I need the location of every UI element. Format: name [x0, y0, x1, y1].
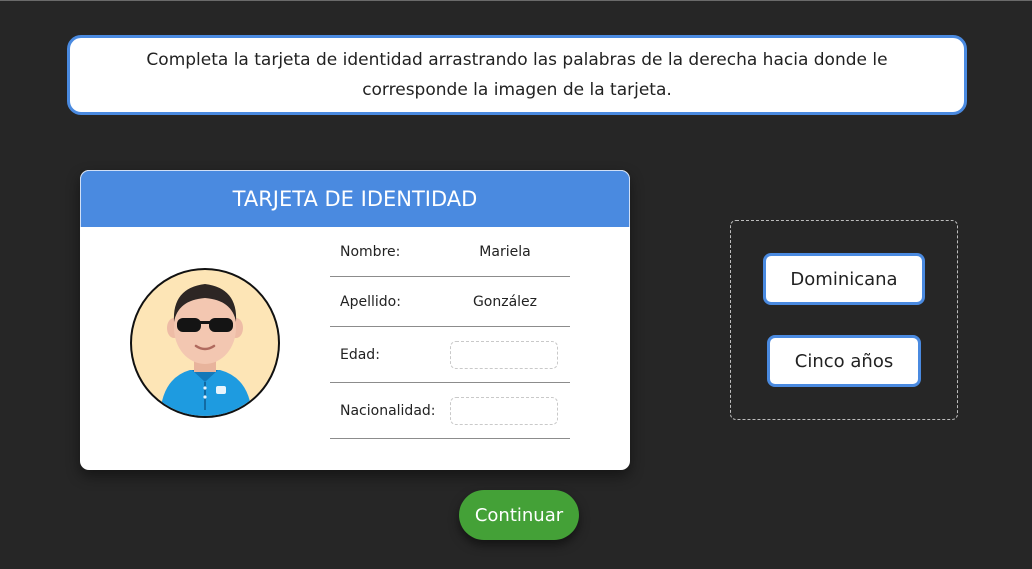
field-value-apellido: González	[472, 293, 538, 310]
field-value-nombre: Mariela	[479, 243, 531, 260]
id-card: TARJETA DE IDENTIDAD Nombre: Mariela Ape…	[80, 170, 630, 470]
draggable-word-dominicana[interactable]: Dominicana	[763, 253, 925, 305]
drop-slot-nacionalidad[interactable]	[450, 397, 558, 425]
top-divider	[0, 0, 1032, 1]
field-row-nacionalidad: Nacionalidad:	[330, 383, 570, 439]
field-label-nacionalidad: Nacionalidad:	[340, 402, 436, 419]
card-fields: Nombre: Mariela Apellido: González Edad:…	[330, 227, 570, 439]
field-label-edad: Edad:	[340, 346, 380, 363]
continue-button-label: Continuar	[474, 504, 564, 526]
field-row-edad: Edad:	[330, 327, 570, 383]
card-header: TARJETA DE IDENTIDAD	[80, 170, 630, 227]
instructions-box: Completa la tarjeta de identidad arrastr…	[67, 35, 967, 115]
field-label-nombre: Nombre:	[340, 243, 401, 260]
field-row-nombre: Nombre: Mariela	[330, 227, 570, 277]
field-row-apellido: Apellido: González	[330, 277, 570, 327]
field-label-apellido: Apellido:	[340, 293, 401, 310]
drop-slot-edad[interactable]	[450, 341, 558, 369]
instructions-text: Completa la tarjeta de identidad arrastr…	[146, 50, 888, 100]
card-title: TARJETA DE IDENTIDAD	[232, 187, 478, 211]
draggable-word-cinco-anos[interactable]: Cinco años	[767, 335, 921, 387]
person-avatar-icon	[130, 268, 280, 418]
continue-button[interactable]: Continuar	[459, 490, 579, 540]
word-bank: Dominicana Cinco años	[730, 220, 958, 420]
